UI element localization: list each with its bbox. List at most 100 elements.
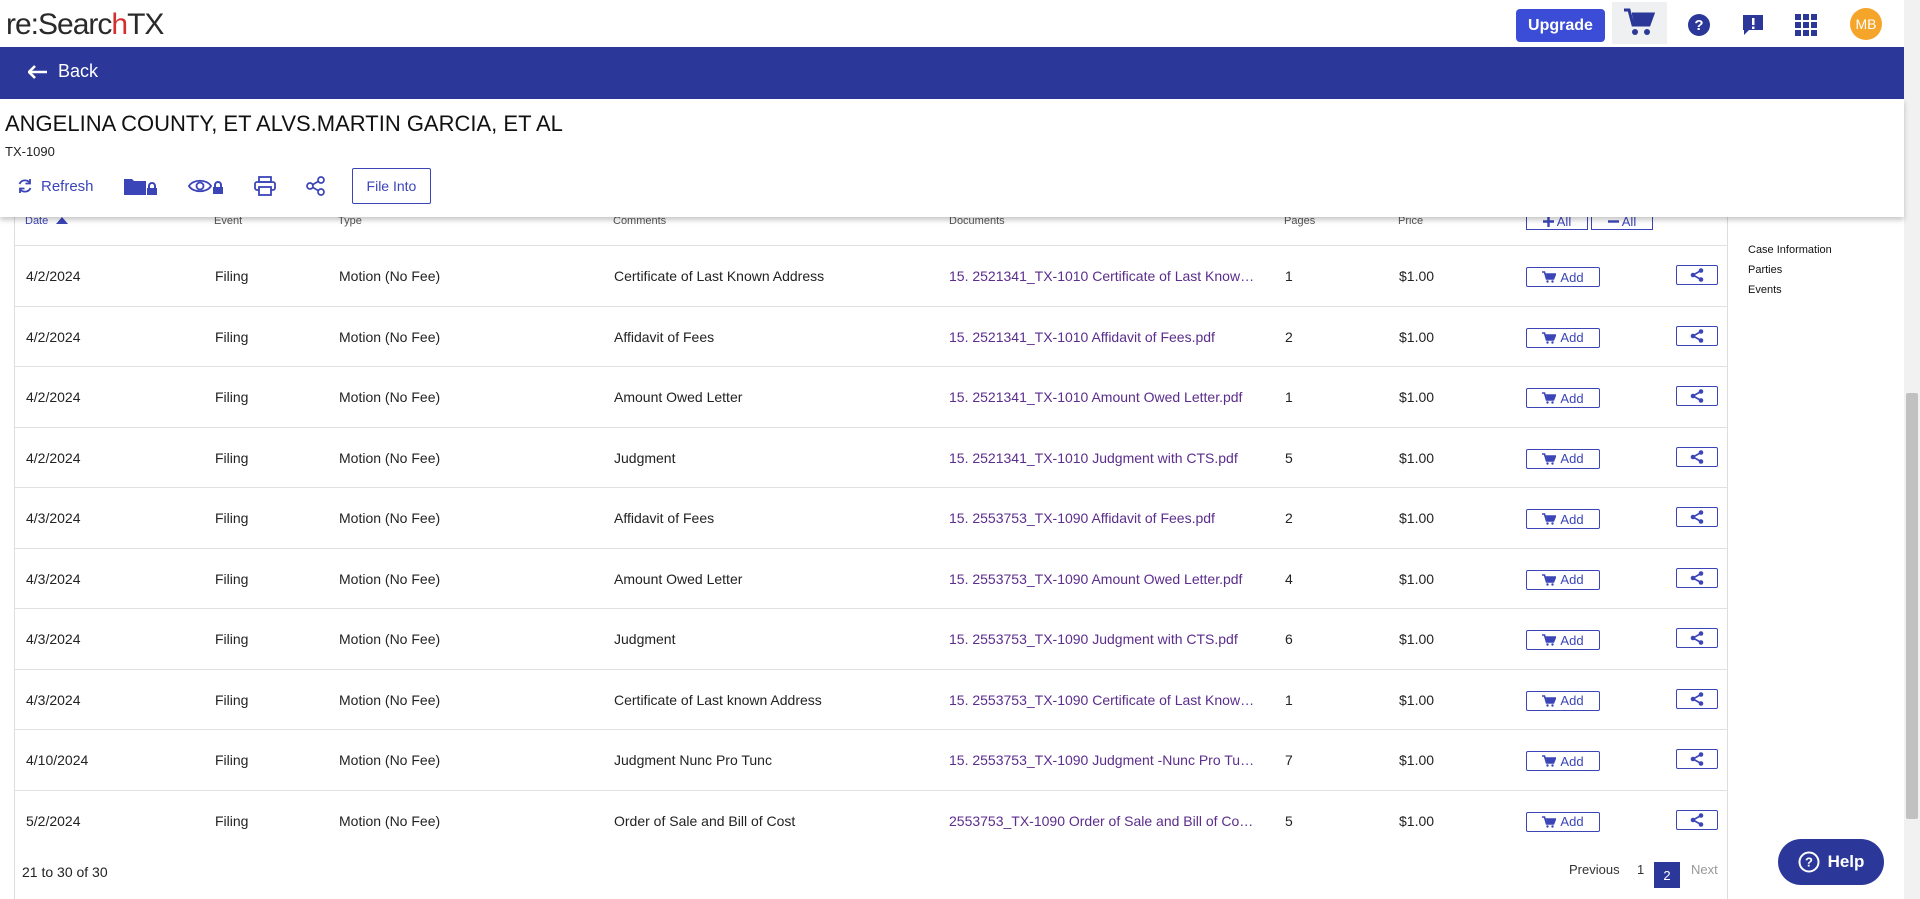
cell-pages: 2 — [1285, 328, 1293, 345]
cart-icon — [1542, 392, 1557, 404]
cell-date: 4/2/2024 — [26, 268, 81, 284]
add-to-cart-button[interactable]: Add — [1526, 448, 1600, 469]
cell-price: $1.00 — [1399, 510, 1435, 526]
previous-page-button[interactable]: Previous — [1569, 862, 1620, 877]
help-button[interactable]: ? Help — [1778, 839, 1884, 885]
cell-document: 15. 2553753_TX-1090 Amount Owed Letter.p… — [949, 549, 1259, 609]
cell-pages: 2 — [1285, 510, 1293, 526]
next-page-button[interactable]: Next — [1691, 862, 1718, 877]
share-row-button[interactable] — [1676, 688, 1718, 709]
cell-comments: Amount Owed Letter — [614, 570, 743, 587]
add-to-cart-button[interactable]: Add — [1526, 327, 1600, 348]
add-label: Add — [1560, 269, 1584, 285]
cart-icon — [1542, 815, 1557, 828]
document-link[interactable]: 15. 2553753_TX-1090 Judgment -Nunc Pro T… — [949, 730, 1259, 790]
share-row-button[interactable] — [1676, 809, 1718, 830]
cell-comments: Order of Sale and Bill of Cost — [614, 812, 796, 829]
cell-document: 15. 2553753_TX-1090 Certificate of Last … — [949, 670, 1259, 730]
back-bar: Back — [0, 47, 1904, 99]
cell-document: 15. 2553753_TX-1090 Judgment with CTS.pd… — [949, 609, 1259, 669]
add-to-cart-button[interactable]: Add — [1526, 509, 1600, 529]
cell-comments: Certificate of Last Known Address — [614, 268, 825, 284]
add-to-cart-button[interactable]: Add — [1526, 690, 1600, 711]
file-into-button[interactable]: File Into — [351, 168, 432, 204]
document-link[interactable]: 15. 2521341_TX-1010 Judgment with CTS.pd… — [949, 428, 1259, 488]
cell-price: $1.00 — [1399, 570, 1435, 587]
cell-pages: 5 — [1285, 812, 1293, 829]
refresh-button[interactable]: Refresh — [17, 178, 94, 195]
add-to-cart-button[interactable]: Add — [1526, 630, 1600, 650]
cell-type: Motion (No Fee) — [339, 691, 441, 708]
share-row-button[interactable] — [1676, 325, 1718, 346]
share-icon — [1690, 752, 1704, 766]
cell-date: 4/3/2024 — [26, 570, 81, 587]
apps-grid-icon[interactable] — [1789, 8, 1823, 42]
cell-type: Motion (No Fee) — [339, 631, 441, 647]
cell-price: $1.00 — [1399, 328, 1435, 345]
help-circle-icon[interactable]: ? — [1682, 8, 1716, 42]
share-row-button[interactable] — [1676, 446, 1718, 467]
cell-price: $1.00 — [1399, 268, 1435, 284]
add-to-cart-button[interactable]: Add — [1526, 569, 1600, 590]
eye-icon — [187, 179, 212, 193]
cell-date: 4/2/2024 — [26, 328, 81, 345]
cart-icon — [1542, 573, 1557, 586]
cell-date: 4/10/2024 — [26, 752, 89, 768]
upgrade-button[interactable]: Upgrade — [1516, 9, 1605, 42]
refresh-icon — [18, 179, 32, 193]
folder-lock-button[interactable] — [123, 177, 158, 195]
add-label: Add — [1560, 632, 1584, 648]
add-to-cart-button[interactable]: Add — [1526, 811, 1600, 832]
add-to-cart-button[interactable]: Add — [1526, 267, 1600, 287]
cell-price: $1.00 — [1399, 752, 1435, 768]
watch-lock-button[interactable] — [187, 178, 224, 194]
cell-type: Motion (No Fee) — [339, 389, 441, 405]
nav-parties[interactable]: Parties — [1748, 264, 1832, 276]
document-link[interactable]: 15. 2521341_TX-1010 Amount Owed Letter.p… — [949, 367, 1259, 427]
case-title: ANGELINA COUNTY, ET ALVS.MARTIN GARCIA, … — [5, 111, 563, 136]
cell-type: Motion (No Fee) — [339, 570, 441, 587]
back-button[interactable]: Back — [28, 61, 98, 82]
case-toolbar: Refresh File Into — [0, 167, 432, 205]
share-row-button[interactable] — [1676, 265, 1718, 285]
document-link[interactable]: 15. 2553753_TX-1090 Judgment with CTS.pd… — [949, 609, 1259, 669]
share-row-button[interactable] — [1676, 507, 1718, 527]
add-label: Add — [1560, 753, 1584, 769]
document-link[interactable]: 15. 2553753_TX-1090 Certificate of Last … — [949, 670, 1259, 730]
feedback-icon[interactable] — [1736, 8, 1770, 42]
cell-document: 15. 2553753_TX-1090 Judgment -Nunc Pro T… — [949, 730, 1259, 790]
cell-price: $1.00 — [1399, 631, 1435, 647]
table-row: 4/3/2024 Filing Motion (No Fee) Judgment 15.… — [14, 608, 1728, 669]
cell-pages: 1 — [1285, 389, 1293, 405]
share-row-button[interactable] — [1676, 567, 1718, 588]
case-number: TX-1090 — [5, 144, 55, 159]
document-link[interactable]: 15. 2553753_TX-1090 Affidavit of Fees.pd… — [949, 488, 1259, 548]
table-row: 4/2/2024 Filing Motion (No Fee) Affidavit o… — [14, 305, 1728, 367]
document-link[interactable]: 15. 2521341_TX-1010 Certificate of Last … — [949, 246, 1259, 306]
nav-case-information[interactable]: Case Information — [1748, 244, 1832, 256]
avatar[interactable]: MB — [1850, 8, 1882, 40]
logo-suffix: TX — [127, 8, 164, 41]
add-to-cart-button[interactable]: Add — [1526, 751, 1600, 771]
share-button[interactable] — [305, 176, 326, 196]
cart-icon — [1622, 5, 1656, 39]
share-row-button[interactable] — [1676, 386, 1718, 406]
print-button[interactable] — [253, 176, 276, 196]
share-row-button[interactable] — [1676, 749, 1718, 769]
document-link[interactable]: 15. 2553753_TX-1090 Amount Owed Letter.p… — [949, 549, 1259, 609]
cell-comments: Certificate of Last known Address — [614, 691, 822, 708]
share-row-button[interactable] — [1676, 628, 1718, 648]
scrollbar-thumb[interactable] — [1906, 393, 1918, 819]
nav-events[interactable]: Events — [1748, 284, 1832, 296]
document-link[interactable]: 2553753_TX-1090 Order of Sale and Bill o… — [949, 791, 1259, 851]
lock-icon — [146, 182, 157, 195]
cell-event: Filing — [215, 570, 249, 587]
document-link[interactable]: 15. 2521341_TX-1010 Affidavit of Fees.pd… — [949, 307, 1259, 367]
page-2-button[interactable]: 2 — [1654, 862, 1680, 888]
page-1-button[interactable]: 1 — [1637, 862, 1644, 877]
table-row: 4/10/2024 Filing Motion (No Fee) Judgment N… — [14, 729, 1728, 790]
svg-text:?: ? — [1805, 855, 1813, 870]
logo[interactable]: re:SearchTX — [6, 8, 164, 42]
add-to-cart-button[interactable]: Add — [1526, 388, 1600, 408]
share-icon — [1690, 812, 1704, 827]
